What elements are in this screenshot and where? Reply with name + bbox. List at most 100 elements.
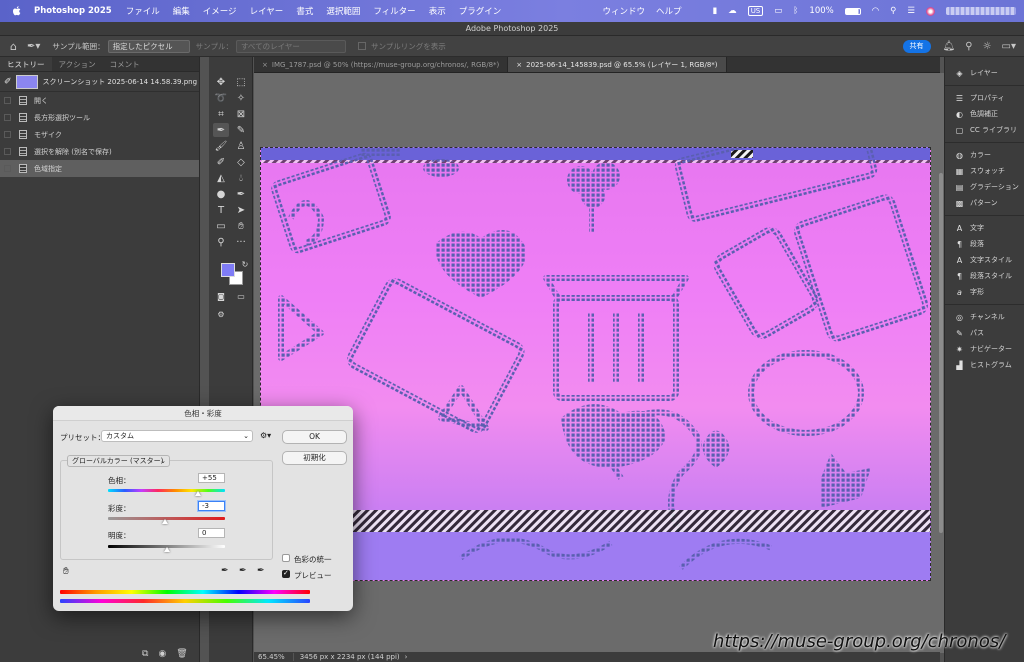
dodge-tool-icon[interactable]: ● <box>213 187 229 201</box>
hue-slider[interactable] <box>108 489 225 492</box>
eyedropper-icon[interactable]: ✒ <box>221 566 229 576</box>
history-checkbox[interactable] <box>4 114 11 121</box>
lasso-tool-icon[interactable]: ➰ <box>213 91 229 105</box>
control-center-icon[interactable]: ☰ <box>907 6 915 16</box>
siri-icon[interactable] <box>926 6 935 16</box>
saturation-slider-knob[interactable] <box>162 519 169 524</box>
healing-brush-tool-icon[interactable]: ✎ <box>233 123 249 137</box>
panel-paragraph[interactable]: ¶ 段落 <box>945 236 1024 252</box>
screen-mode-icon[interactable]: ▭ <box>233 289 249 303</box>
channel-select[interactable]: グローバルカラー (マスター) ⌄ <box>67 455 170 467</box>
panel-character-styles[interactable]: A 文字スタイル <box>945 252 1024 268</box>
battery-icon[interactable] <box>844 7 861 15</box>
menu-file[interactable]: ファイル <box>126 5 160 17</box>
apple-icon[interactable] <box>10 4 24 18</box>
history-checkbox[interactable] <box>4 165 11 172</box>
hue-input[interactable]: +55 <box>198 473 225 483</box>
menu-filter[interactable]: フィルター <box>373 5 415 17</box>
panel-paragraph-styles[interactable]: ¶ 段落スタイル <box>945 268 1024 284</box>
quick-mask-icon[interactable]: ◙ <box>213 289 229 303</box>
stamp-tool-icon[interactable]: ♙ <box>233 139 249 153</box>
menu-view[interactable]: 表示 <box>429 5 446 17</box>
search-icon[interactable]: ⚲ <box>890 6 896 16</box>
bell-icon[interactable]: 🔔︎ <box>943 41 956 52</box>
scroll-thumb[interactable] <box>939 173 943 533</box>
doc-tab-screenshot[interactable]: × 2025-06-14_145839.psd @ 65.5% (レイヤー 1, … <box>508 57 727 72</box>
menu-plugins[interactable]: プラグイン <box>459 5 502 17</box>
hand-tool-icon[interactable]: ✋︎ <box>233 219 249 233</box>
eyedropper-tool-icon[interactable]: ✒▾ <box>27 41 40 52</box>
history-snapshot[interactable]: ✐ スクリーンショット 2025-06-14 14.58.39.png <box>0 72 199 92</box>
image-canvas[interactable] <box>260 147 931 581</box>
reset-button[interactable]: 初期化 <box>282 451 347 465</box>
menu-select[interactable]: 選択範囲 <box>326 5 360 17</box>
panel-channels[interactable]: ◎ チャンネル <box>945 309 1024 325</box>
path-selection-tool-icon[interactable]: ➤ <box>233 203 249 217</box>
panel-layers[interactable]: ◈ レイヤー <box>945 65 1024 81</box>
panel-properties[interactable]: ☰ プロパティ <box>945 90 1024 106</box>
history-checkbox[interactable] <box>4 131 11 138</box>
panel-swatches[interactable]: ▦ スウォッチ <box>945 163 1024 179</box>
pen-tool-icon[interactable]: ✒ <box>233 187 249 201</box>
search-icon[interactable]: ⚲ <box>965 41 972 52</box>
app-menu[interactable]: Photoshop 2025 <box>34 6 112 16</box>
share-button[interactable]: 共有 <box>902 39 931 53</box>
blur-tool-icon[interactable]: 💧︎ <box>233 171 249 185</box>
more-tools-icon[interactable]: ··· <box>233 235 249 249</box>
history-item[interactable]: 長方形選択ツール <box>0 109 199 126</box>
wifi-icon[interactable]: ◠ <box>872 6 879 16</box>
sample-size-select[interactable]: 指定したピクセル <box>107 39 190 53</box>
sample-ring-checkbox[interactable] <box>357 42 366 50</box>
history-item[interactable]: 選択を解除 (別名で保存) <box>0 143 199 160</box>
menu-image[interactable]: イメージ <box>203 5 237 17</box>
paint-bucket-tool-icon[interactable]: ◭ <box>213 171 229 185</box>
panel-color[interactable]: ◍ カラー <box>945 147 1024 163</box>
frame-tool-icon[interactable]: ⊠ <box>233 107 249 121</box>
close-icon[interactable]: × <box>516 61 522 69</box>
input-source[interactable]: US <box>747 6 764 16</box>
hue-slider-knob[interactable] <box>195 491 202 496</box>
new-document-from-state-icon[interactable]: ⧉ <box>142 649 148 659</box>
panel-patterns[interactable]: ▩ パターン <box>945 195 1024 211</box>
history-item-selected[interactable]: 色域指定 <box>0 160 199 177</box>
eyedropper-plus-icon[interactable]: ✒ <box>239 566 247 576</box>
document-icon[interactable]: ▮ <box>713 6 718 16</box>
sample-select[interactable]: すべてのレイヤー <box>235 39 346 53</box>
panel-gradients[interactable]: ▤ グラデーション <box>945 179 1024 195</box>
eyedropper-tool-icon[interactable]: ✒ <box>213 123 229 137</box>
panel-paths[interactable]: ✎ パス <box>945 325 1024 341</box>
eraser-tool-icon[interactable]: ◇ <box>233 155 249 169</box>
menu-type[interactable]: 書式 <box>296 5 313 17</box>
close-icon[interactable]: × <box>262 61 268 69</box>
panel-cc-libraries[interactable]: ▢ CC ライブラリ <box>945 122 1024 138</box>
preview-checkbox[interactable]: ✓ <box>282 569 290 578</box>
ok-button[interactable]: OK <box>282 430 347 444</box>
tips-icon[interactable]: ☼ <box>983 41 992 52</box>
brush-tool-icon[interactable]: 🖌︎ <box>213 139 229 153</box>
trash-icon[interactable]: 🗑︎ <box>176 649 187 659</box>
zoom-level[interactable]: 65.45% <box>254 653 294 661</box>
marquee-tool-icon[interactable]: ⬚ <box>233 75 249 89</box>
document-size[interactable]: 3456 px x 2234 px (144 ppi) <box>294 653 400 661</box>
lightness-input[interactable]: 0 <box>198 528 225 538</box>
tab-history[interactable]: ヒストリー <box>0 57 52 71</box>
home-icon[interactable]: ⌂ <box>10 40 17 53</box>
magic-wand-tool-icon[interactable]: ✧ <box>233 91 249 105</box>
doc-tab-img[interactable]: × IMG_1787.psd @ 50% (https://muse-group.… <box>254 57 509 72</box>
tab-actions[interactable]: アクション <box>52 57 103 71</box>
eyedropper-minus-icon[interactable]: ✒ <box>257 566 265 576</box>
panel-glyphs[interactable]: a 字形 <box>945 284 1024 300</box>
edit-toolbar-icon[interactable]: ⚙ <box>213 307 229 321</box>
type-tool-icon[interactable]: T <box>213 203 229 217</box>
menu-window[interactable]: ウィンドウ <box>602 5 645 17</box>
history-checkbox[interactable] <box>4 148 11 155</box>
preset-select[interactable]: カスタム ⌄ <box>101 430 253 442</box>
panel-histogram[interactable]: ▟ ヒストグラム <box>945 357 1024 373</box>
panel-adjustments[interactable]: ◐ 色調補正 <box>945 106 1024 122</box>
swap-colors-icon[interactable]: ↻ <box>237 257 253 271</box>
workspace-icon[interactable]: ▭▾ <box>1002 41 1016 52</box>
status-arrow-icon[interactable]: › <box>405 653 408 661</box>
history-item[interactable]: 開く <box>0 92 199 109</box>
colorize-checkbox[interactable] <box>282 554 290 562</box>
preset-options-gear-icon[interactable]: ⚙▾ <box>260 431 271 440</box>
